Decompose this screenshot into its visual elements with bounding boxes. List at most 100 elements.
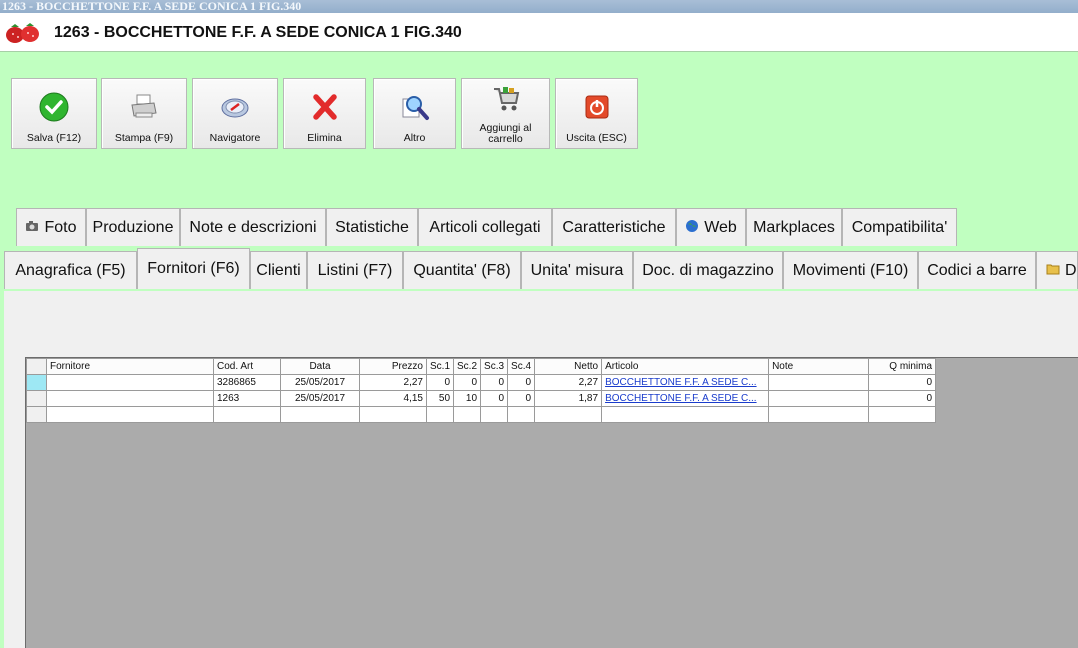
tab-unita-misura[interactable]: Unita' misura <box>521 251 633 289</box>
save-button[interactable]: Salva (F12) <box>11 78 97 149</box>
tab-caratteristiche-label: Caratteristiche <box>562 219 666 236</box>
empty-cell[interactable] <box>480 406 509 423</box>
cell-sc2[interactable]: 10 <box>453 390 482 407</box>
empty-cell[interactable] <box>46 406 214 423</box>
cell-articolo[interactable]: BOCCHETTONE F.F. A SEDE C... <box>601 390 770 407</box>
window-titlebar: 1263 - BOCCHETTONE F.F. A SEDE CONICA 1 … <box>0 0 1078 13</box>
column-header-sc4[interactable]: Sc.4 <box>507 358 536 375</box>
tab-articoli-collegati[interactable]: Articoli collegati <box>418 208 552 246</box>
row-indicator[interactable] <box>26 390 47 407</box>
tab-unita-misura-label: Unita' misura <box>530 262 624 279</box>
cell-fornitore[interactable] <box>46 374 214 391</box>
cell-sc1[interactable]: 50 <box>425 390 455 407</box>
tab-foto[interactable]: Foto <box>16 208 86 246</box>
tab-articoli-collegati-label: Articoli collegati <box>429 219 541 236</box>
empty-cell[interactable] <box>453 406 482 423</box>
tab-codici-barre[interactable]: Codici a barre <box>918 251 1036 289</box>
exit-button[interactable]: Uscita (ESC) <box>555 78 638 149</box>
cell-prezzo[interactable]: 4,15 <box>359 390 427 407</box>
check-icon <box>39 92 69 122</box>
cell-note[interactable] <box>768 374 870 391</box>
tab-fornitori-label: Fornitori (F6) <box>147 260 240 277</box>
column-header-cod-art[interactable]: Cod. Art <box>213 358 281 375</box>
cart-icon <box>493 87 519 111</box>
exit-button-label: Uscita (ESC) <box>566 132 627 144</box>
table-row[interactable]: 3286865 25/05/2017 2,27 0 0 0 0 2,27 BOC… <box>26 374 937 391</box>
row-indicator[interactable] <box>26 374 47 391</box>
empty-cell[interactable] <box>601 406 770 423</box>
column-header-articolo[interactable]: Articolo <box>601 358 770 375</box>
new-row[interactable] <box>26 406 937 423</box>
tab-compatibilita[interactable]: Compatibilita' <box>842 208 957 246</box>
row-indicator[interactable] <box>26 406 47 423</box>
empty-cell[interactable] <box>425 406 455 423</box>
empty-cell[interactable] <box>359 406 427 423</box>
cell-q-minima[interactable]: 0 <box>868 390 937 407</box>
empty-cell[interactable] <box>280 406 360 423</box>
cell-sc1[interactable]: 0 <box>425 374 455 391</box>
cell-sc3[interactable]: 0 <box>480 374 509 391</box>
cell-articolo[interactable]: BOCCHETTONE F.F. A SEDE C... <box>601 374 770 391</box>
cell-sc3[interactable]: 0 <box>480 390 509 407</box>
cell-sc4[interactable]: 0 <box>507 374 536 391</box>
navigator-button[interactable]: Navigatore <box>192 78 278 149</box>
empty-cell[interactable] <box>768 406 870 423</box>
cell-fornitore[interactable] <box>46 390 214 407</box>
cell-data[interactable]: 25/05/2017 <box>280 390 360 407</box>
articolo-link[interactable]: BOCCHETTONE F.F. A SEDE C... <box>605 393 757 404</box>
compass-icon <box>221 98 249 118</box>
other-button[interactable]: Altro <box>373 78 456 149</box>
column-header-note[interactable]: Note <box>768 358 870 375</box>
column-header-sc3[interactable]: Sc.3 <box>480 358 509 375</box>
strawberry-logo <box>6 23 39 43</box>
tab-listini[interactable]: Listini (F7) <box>307 251 403 289</box>
tab-produzione[interactable]: Produzione <box>86 208 180 246</box>
tab-web-label: Web <box>704 219 737 236</box>
print-button[interactable]: Stampa (F9) <box>101 78 187 149</box>
cell-netto[interactable]: 2,27 <box>534 374 603 391</box>
cell-q-minima[interactable]: 0 <box>868 374 937 391</box>
cell-prezzo[interactable]: 2,27 <box>359 374 427 391</box>
cell-netto[interactable]: 1,87 <box>534 390 603 407</box>
tab-note-descrizioni[interactable]: Note e descrizioni <box>180 208 326 246</box>
cell-cod-art[interactable]: 1263 <box>213 390 281 407</box>
empty-cell[interactable] <box>213 406 281 423</box>
cell-sc4[interactable]: 0 <box>507 390 536 407</box>
cell-cod-art[interactable]: 3286865 <box>213 374 281 391</box>
tab-movimenti[interactable]: Movimenti (F10) <box>783 251 918 289</box>
tab-statistiche[interactable]: Statistiche <box>326 208 418 246</box>
save-button-label: Salva (F12) <box>26 132 82 144</box>
empty-cell[interactable] <box>868 406 937 423</box>
suppliers-grid-area: Fornitore Cod. Art Data Prezzo Sc.1 Sc.2… <box>25 357 1078 648</box>
cell-data[interactable]: 25/05/2017 <box>280 374 360 391</box>
empty-cell[interactable] <box>534 406 603 423</box>
column-header-data[interactable]: Data <box>280 358 360 375</box>
tab-anagrafica[interactable]: Anagrafica (F5) <box>4 251 137 289</box>
power-icon <box>585 95 608 119</box>
column-header-netto[interactable]: Netto <box>534 358 603 375</box>
column-header-sc2[interactable]: Sc.2 <box>453 358 482 375</box>
suppliers-grid[interactable]: Fornitore Cod. Art Data Prezzo Sc.1 Sc.2… <box>26 358 937 423</box>
table-row[interactable]: 1263 25/05/2017 4,15 50 10 0 0 1,87 BOCC… <box>26 390 937 407</box>
delete-button[interactable]: Elimina <box>283 78 366 149</box>
redacted-supplier <box>50 392 160 402</box>
column-header-fornitore[interactable]: Fornitore <box>46 358 214 375</box>
redacted-supplier <box>50 376 160 386</box>
cell-note[interactable] <box>768 390 870 407</box>
tab-more[interactable]: D <box>1036 251 1078 289</box>
cell-sc2[interactable]: 0 <box>453 374 482 391</box>
tab-fornitori[interactable]: Fornitori (F6) <box>137 248 250 289</box>
tab-quantita[interactable]: Quantita' (F8) <box>403 251 521 289</box>
column-header-sc1[interactable]: Sc.1 <box>425 358 455 375</box>
column-header-prezzo[interactable]: Prezzo <box>359 358 427 375</box>
tab-web[interactable]: Web <box>676 208 746 246</box>
column-header-q-minima[interactable]: Q minima <box>868 358 937 375</box>
articolo-link[interactable]: BOCCHETTONE F.F. A SEDE C... <box>605 377 757 388</box>
add-to-cart-button[interactable]: Aggiungi al carrello <box>461 78 550 149</box>
tab-caratteristiche[interactable]: Caratteristiche <box>552 208 676 246</box>
empty-cell[interactable] <box>507 406 536 423</box>
tab-clienti[interactable]: Clienti <box>250 251 307 289</box>
tab-anagrafica-label: Anagrafica (F5) <box>15 262 126 279</box>
tab-doc-magazzino[interactable]: Doc. di magazzino <box>633 251 783 289</box>
tab-markplaces[interactable]: Markplaces <box>746 208 842 246</box>
